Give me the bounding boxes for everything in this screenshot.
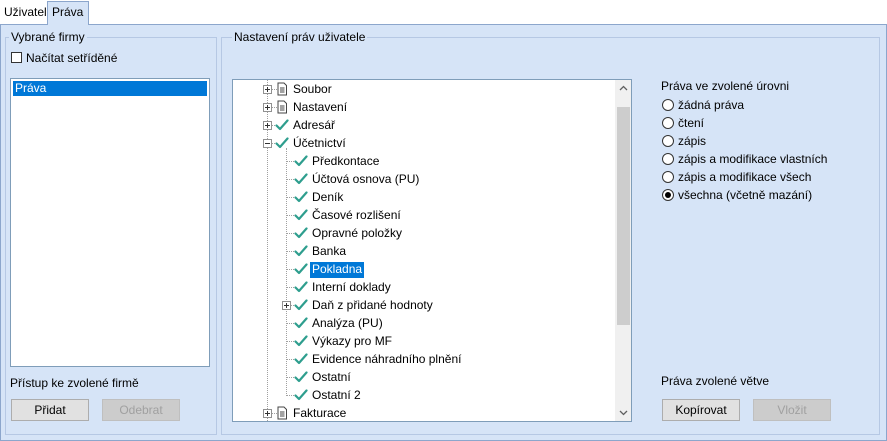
remove-button[interactable]: Odebrat <box>102 399 180 421</box>
tab-strip: Uživatel Práva <box>0 0 887 25</box>
tree-line <box>286 148 287 394</box>
check-icon <box>294 280 308 294</box>
tree-node-label[interactable]: Předkontace <box>310 154 381 170</box>
tree-node-label[interactable]: Banka <box>310 244 348 260</box>
check-icon <box>294 190 308 204</box>
collapse-icon[interactable] <box>263 139 272 148</box>
check-icon <box>275 136 289 150</box>
rights-radio[interactable] <box>662 189 674 201</box>
tree-node-label[interactable]: Adresář <box>291 118 337 134</box>
expand-icon[interactable] <box>263 103 272 112</box>
list-item[interactable]: Práva <box>13 81 207 96</box>
check-icon <box>294 334 308 348</box>
rights-panel: Vybrané firmy Načítat setříděné Práva Př… <box>0 24 887 441</box>
rights-radio-label[interactable]: zápis a modifikace všech <box>678 170 811 184</box>
add-button[interactable]: Přidat <box>11 399 89 421</box>
document-icon <box>275 82 289 96</box>
tree-scrollbar[interactable] <box>615 80 632 421</box>
check-icon <box>294 388 308 402</box>
check-icon <box>294 262 308 276</box>
scroll-up-icon[interactable] <box>615 80 632 97</box>
rights-radio[interactable] <box>662 117 674 129</box>
rights-radio-label[interactable]: čtení <box>678 116 704 130</box>
rights-radio[interactable] <box>662 135 674 147</box>
tree-node-label[interactable]: Nastavení <box>291 100 349 116</box>
tree-node-label[interactable]: Časové rozlišení <box>310 208 403 224</box>
rights-level-label: Práva ve zvolené úrovni <box>661 79 790 93</box>
check-icon <box>294 316 308 330</box>
rights-radio-label[interactable]: zápis a modifikace vlastních <box>678 152 827 166</box>
paste-button[interactable]: Vložit <box>753 399 831 421</box>
tree-node-label[interactable]: Deník <box>310 190 345 206</box>
tree-content: Soubor Nastavení Adresář Účetnictví Předkont… <box>233 80 616 421</box>
sorted-checkbox[interactable] <box>11 52 22 63</box>
expand-icon[interactable] <box>263 85 272 94</box>
scroll-down-icon[interactable] <box>615 404 632 421</box>
tree-node-label[interactable]: Účtová osnova (PU) <box>310 172 421 188</box>
tree-node-label[interactable]: Ostatní <box>310 370 353 386</box>
tree-node-label[interactable]: Evidence náhradního plnění <box>310 352 463 368</box>
check-icon <box>294 226 308 240</box>
tab-uzivatel[interactable]: Uživatel <box>0 3 48 23</box>
rights-radio[interactable] <box>662 99 674 111</box>
selected-companies-label: Vybrané firmy <box>9 30 87 44</box>
rights-radio-label[interactable]: všechna (včetně mazání) <box>678 188 812 202</box>
copy-button[interactable]: Kopírovat <box>662 399 740 421</box>
expand-icon[interactable] <box>263 409 272 418</box>
document-icon <box>275 100 289 114</box>
companies-list[interactable]: Práva <box>10 78 210 367</box>
tree-node-label[interactable]: Účetnictví <box>291 136 348 152</box>
rights-radio-label[interactable]: zápis <box>678 134 706 148</box>
check-icon <box>294 352 308 366</box>
check-icon <box>294 208 308 222</box>
rights-tree[interactable]: Soubor Nastavení Adresář Účetnictví Předkont… <box>232 79 632 422</box>
tree-line <box>267 80 268 421</box>
tree-node-label[interactable]: Daň z přidané hodnoty <box>310 298 435 314</box>
tree-node-label[interactable]: Analýza (PU) <box>310 316 385 332</box>
tree-node-label[interactable]: Výkazy pro MF <box>310 334 394 350</box>
tab-prava[interactable]: Práva <box>47 1 89 25</box>
sorted-checkbox-label[interactable]: Načítat setříděné <box>26 51 117 65</box>
check-icon <box>294 370 308 384</box>
check-icon <box>294 172 308 186</box>
tree-node-label[interactable]: Pokladna <box>310 262 365 278</box>
tree-node-label[interactable]: Soubor <box>291 82 334 98</box>
tree-node-label[interactable]: Opravné položky <box>310 226 404 242</box>
tree-node-label[interactable]: Fakturace <box>291 406 348 421</box>
check-icon <box>275 118 289 132</box>
scroll-thumb[interactable] <box>617 107 630 325</box>
rights-radio[interactable] <box>662 171 674 183</box>
check-icon <box>294 298 308 312</box>
check-icon <box>294 244 308 258</box>
rights-radio[interactable] <box>662 153 674 165</box>
expand-icon[interactable] <box>282 301 291 310</box>
company-access-label: Přístup ke zvolené firmě <box>10 376 139 390</box>
rights-radio-label[interactable]: žádná práva <box>678 98 744 112</box>
branch-rights-label: Práva zvolené větve <box>661 374 770 388</box>
check-icon <box>294 154 308 168</box>
expand-icon[interactable] <box>263 121 272 130</box>
tree-node-label[interactable]: Ostatní 2 <box>310 388 363 404</box>
document-icon <box>275 406 289 420</box>
tree-node-label[interactable]: Interní doklady <box>310 280 393 296</box>
user-rights-label: Nastavení práv uživatele <box>232 30 368 44</box>
